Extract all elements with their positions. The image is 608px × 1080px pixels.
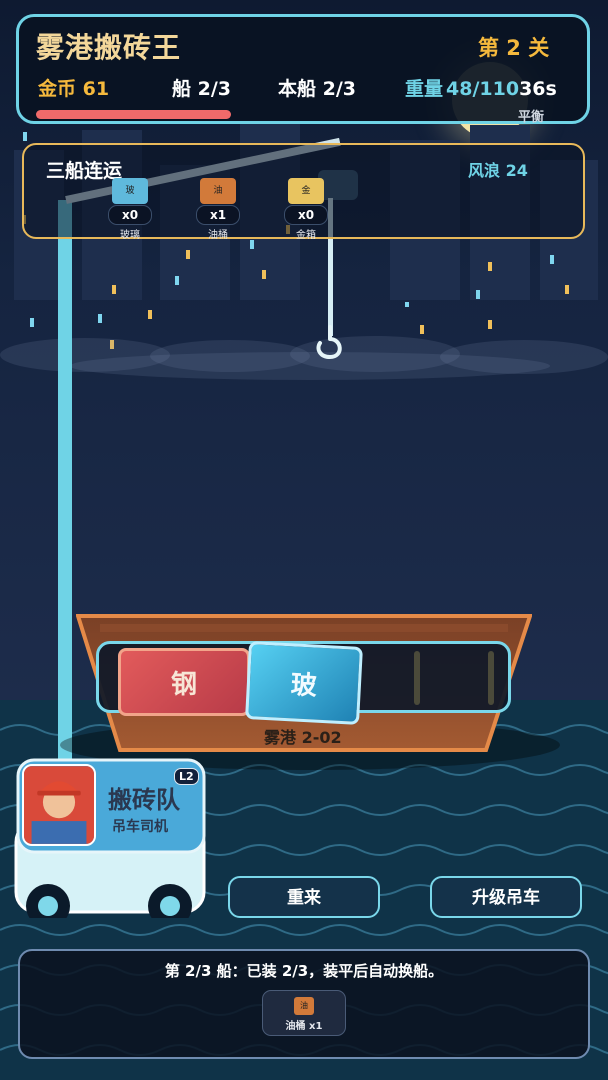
retry-button[interactable]: 重来 bbox=[228, 876, 380, 918]
combo-item-gold-box: 金 x0 金箱 bbox=[281, 178, 331, 241]
glass-icon: 玻 bbox=[112, 178, 148, 204]
gold-box-icon: 金 bbox=[288, 178, 324, 204]
inventory-label: 油桶 x1 bbox=[285, 1021, 323, 1032]
ship-name: 雾港 2-02 bbox=[264, 728, 342, 747]
team-level-badge: L2 bbox=[174, 768, 199, 785]
crane-mast bbox=[58, 200, 72, 760]
empty-cargo-slot[interactable] bbox=[414, 651, 420, 705]
empty-cargo-slot[interactable] bbox=[488, 651, 494, 705]
inventory-slot[interactable]: 油 油桶 x1 bbox=[262, 990, 346, 1036]
team-name: 搬砖队 bbox=[108, 786, 180, 814]
oil-barrel-icon: 油 bbox=[294, 997, 314, 1015]
balance-bar bbox=[36, 110, 231, 119]
ship-counter: 船 2/3 bbox=[172, 78, 231, 100]
current-ship-load: 本船 2/3 bbox=[278, 78, 356, 100]
game-title: 雾港搬砖王 bbox=[36, 31, 182, 64]
weight-value: 48/110 bbox=[446, 78, 520, 100]
combo-item-oil-barrel: 油 x1 油桶 bbox=[193, 178, 243, 241]
item-name: 玻璃 bbox=[120, 230, 140, 241]
weight-readout: 重量 48/11036s bbox=[405, 74, 557, 101]
item-name: 金箱 bbox=[296, 230, 316, 241]
wind-wave-indicator: 风浪 24 bbox=[468, 161, 528, 180]
crane-hook[interactable] bbox=[312, 325, 348, 361]
glass-block[interactable]: 玻 bbox=[245, 641, 363, 725]
steel-block[interactable]: 钢 bbox=[118, 648, 250, 716]
level-indicator: 第 2 关 bbox=[478, 36, 550, 60]
status-message: 第 2/3 船：已装 2/3，装平后自动换船。 bbox=[164, 962, 444, 980]
oil-barrel-icon: 油 bbox=[200, 178, 236, 204]
fog-cloud bbox=[70, 352, 550, 380]
balance-label: 平衡 bbox=[518, 110, 545, 125]
item-count: x1 bbox=[196, 205, 240, 225]
coin-counter: 金币 61 bbox=[38, 78, 110, 100]
item-count: x0 bbox=[284, 205, 328, 225]
combo-item-glass: 玻 x0 玻璃 bbox=[105, 178, 155, 241]
item-count: x0 bbox=[108, 205, 152, 225]
weight-label: 重量 bbox=[405, 78, 444, 100]
item-name: 油桶 bbox=[208, 230, 228, 241]
avatar[interactable] bbox=[22, 764, 96, 846]
upgrade-crane-button[interactable]: 升级吊车 bbox=[430, 876, 582, 918]
timer: 36s bbox=[519, 78, 557, 100]
team-role: 吊车司机 bbox=[112, 819, 168, 835]
